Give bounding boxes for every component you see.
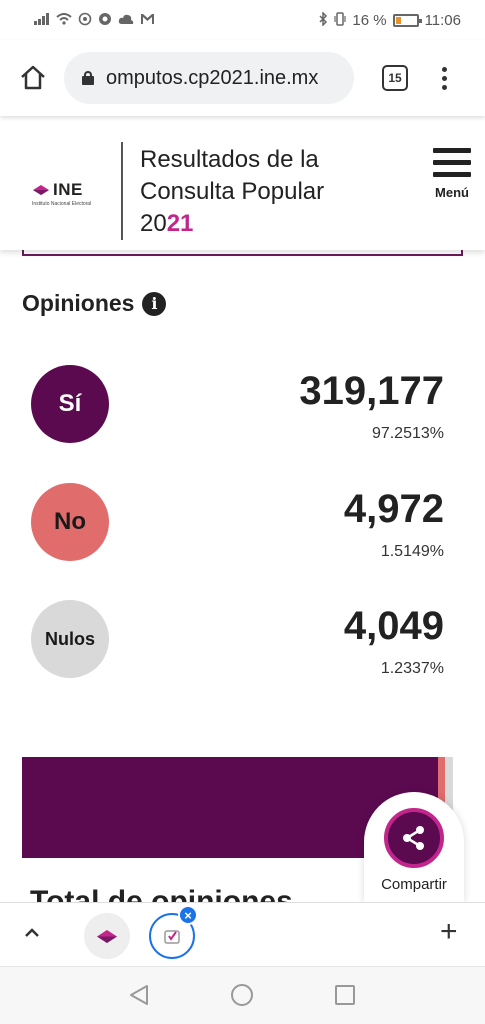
recent-apps-icon[interactable] (335, 985, 355, 1005)
status-icons-right: 16 % 11:06 (318, 10, 461, 29)
battery-icon (392, 13, 422, 27)
battery-percent: 16 % (352, 11, 387, 29)
address-bar[interactable]: omputos.cp2021.ine.mx (64, 52, 354, 104)
signal-icon (34, 12, 50, 28)
page-title: Resultados de la Consulta Popular 2021 (140, 144, 324, 240)
header-divider (121, 142, 123, 240)
title-line-1: Resultados de la (140, 146, 319, 173)
menu-label: Menú (435, 185, 469, 200)
opinion-count-no: 4,972 (343, 487, 444, 531)
menu-button[interactable]: Menú (430, 148, 474, 200)
info-icon[interactable]: i (142, 291, 167, 316)
close-tab-icon[interactable]: × (178, 905, 198, 925)
tab-switcher-button[interactable]: 15 (382, 65, 408, 91)
title-line-3: 2021 (140, 208, 324, 240)
opinion-percent-no: 1.5149% (380, 543, 444, 560)
opinion-count-si: 319,177 (299, 369, 444, 413)
total-opinions-heading: Total de opiniones (30, 885, 293, 902)
opinions-heading: Opiniones i (22, 290, 167, 317)
wifi-icon (56, 12, 72, 28)
ine-favicon-icon (97, 929, 117, 943)
opinion-badge-no: No (31, 483, 109, 561)
url-text: omputos.cp2021.ine.mx (106, 66, 319, 89)
cloud-icon (118, 12, 134, 28)
status-bar: 16 % 11:06 (0, 0, 485, 40)
opinion-badge-nulos: Nulos (31, 600, 109, 678)
tab-strip: + (0, 902, 485, 966)
home-button[interactable] (16, 61, 50, 95)
opinion-count-nulos: 4,049 (343, 604, 444, 648)
site-header: INE Instituto Nacional Electoral Resulta… (0, 118, 485, 250)
tab-ine[interactable] (84, 913, 130, 959)
title-year-accent: 21 (166, 210, 194, 237)
opinion-badge-si: Sí (31, 365, 109, 443)
ine-diamond-icon (32, 185, 50, 195)
opinion-row-si: Sí 319,177 97.2513% (0, 365, 485, 465)
system-navigation (0, 966, 485, 1024)
title-line-2: Consulta Popular (140, 178, 325, 205)
whatsapp-icon (78, 12, 92, 29)
clock: 11:06 (424, 11, 461, 29)
opinion-row-nulos: Nulos 4,049 1.2337% (0, 600, 485, 700)
title-year-prefix: 20 (140, 210, 167, 237)
more-options-icon[interactable] (442, 66, 447, 90)
home-nav-icon[interactable] (231, 984, 253, 1006)
share-label: Compartir (381, 876, 447, 893)
hamburger-icon (433, 148, 471, 153)
ine-logo-text: INE (53, 180, 83, 199)
opinion-row-no: No 4,972 1.5149% (0, 483, 485, 583)
opinions-title: Opiniones (22, 290, 135, 316)
status-icons-left (34, 12, 155, 29)
home-icon (21, 65, 45, 90)
opinion-percent-si: 97.2513% (371, 425, 444, 442)
chevron-up-icon[interactable] (22, 923, 42, 943)
back-icon[interactable] (128, 983, 150, 1012)
new-tab-button[interactable]: + (440, 917, 458, 947)
share-icon (384, 808, 444, 868)
lock-icon (82, 71, 94, 85)
chrome-icon (98, 12, 112, 29)
opinion-percent-nulos: 1.2337% (380, 660, 444, 677)
gmail-icon (140, 12, 155, 28)
ine-logo[interactable]: INE Instituto Nacional Electoral (32, 180, 102, 207)
ballot-icon (164, 930, 180, 944)
share-button[interactable]: Compartir (364, 792, 464, 902)
ine-logo-subtitle: Instituto Nacional Electoral (32, 201, 92, 207)
vibrate-icon (334, 11, 346, 29)
bluetooth-icon (318, 10, 328, 29)
browser-toolbar: omputos.cp2021.ine.mx 15 (0, 40, 485, 116)
